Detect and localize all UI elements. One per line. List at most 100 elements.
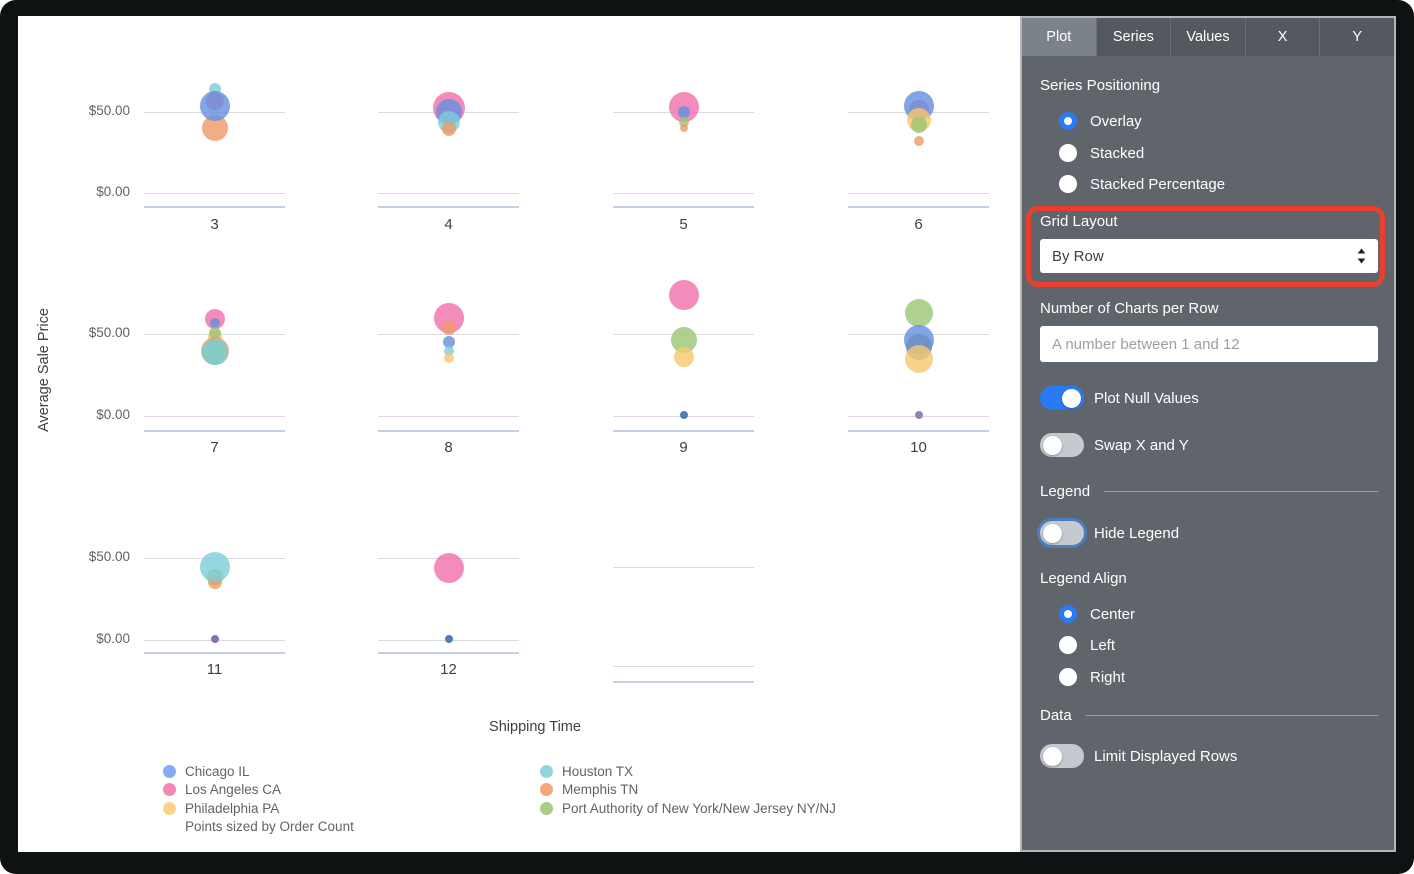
facet-gridline-0	[613, 666, 754, 667]
legend-entry[interactable]: Philadelphia PA	[163, 799, 354, 818]
radio-icon[interactable]	[1059, 144, 1077, 162]
grid-layout-label: Grid Layout	[1040, 213, 1118, 230]
radio-icon[interactable]	[1059, 636, 1077, 654]
toggle-knob	[1043, 747, 1062, 766]
hide-legend-toggle[interactable]	[1040, 521, 1084, 545]
y-tick-label: $50.00	[58, 549, 130, 564]
facet-gridline-50	[613, 567, 754, 568]
y-tick-label: $0.00	[58, 184, 130, 199]
facet-gridline-0	[378, 193, 519, 194]
bubble	[200, 91, 230, 121]
facet-gridline-0	[378, 416, 519, 417]
bubble	[444, 353, 454, 363]
legend-entry[interactable]: Memphis TN	[540, 781, 836, 800]
radio-left[interactable]: Left	[1059, 635, 1115, 655]
hide-legend-toggle-row: Hide Legend	[1040, 521, 1179, 545]
radio-left-label: Left	[1090, 637, 1115, 654]
bubble	[905, 345, 933, 373]
facet-x-axis-line	[613, 430, 754, 432]
facet-label: 11	[144, 661, 285, 678]
bubble	[442, 321, 456, 335]
legend-series-label: Philadelphia PA	[185, 801, 279, 816]
tab-x[interactable]: X	[1245, 18, 1320, 56]
facet-label: 10	[848, 439, 989, 456]
radio-center[interactable]: Center	[1059, 604, 1135, 624]
facet-gridline-0	[144, 193, 285, 194]
legend-entry[interactable]: Houston TX	[540, 762, 836, 781]
legend-align-label: Legend Align	[1040, 570, 1127, 587]
hide-legend-label: Hide Legend	[1094, 525, 1179, 542]
bubble	[914, 136, 924, 146]
facet-label: 12	[378, 661, 519, 678]
legend-section-header: Legend	[1040, 483, 1378, 500]
radio-overlay[interactable]: Overlay	[1059, 111, 1142, 131]
facet-label: 3	[144, 216, 285, 233]
legend-entry[interactable]: Port Authority of New York/New Jersey NY…	[540, 799, 836, 818]
swap-x-y-label: Swap X and Y	[1094, 437, 1189, 454]
data-section-header: Data	[1040, 707, 1378, 724]
radio-stacked-percentage[interactable]: Stacked Percentage	[1059, 174, 1225, 194]
grid-layout-select[interactable]: By Row	[1040, 239, 1378, 273]
radio-right[interactable]: Right	[1059, 667, 1125, 687]
chart-legend-column: Chicago ILLos Angeles CA Philadelphia PA P…	[163, 762, 354, 836]
data-section-label: Data	[1040, 707, 1072, 724]
bubble	[200, 552, 230, 582]
tab-plot[interactable]: Plot	[1022, 18, 1096, 56]
limit-displayed-rows-toggle[interactable]	[1040, 744, 1084, 768]
facet-x-axis-line	[144, 206, 285, 208]
facet-x-axis-line	[144, 652, 285, 654]
bubble	[445, 635, 453, 643]
plot-null-values-toggle[interactable]	[1040, 386, 1084, 410]
legend-entry[interactable]: Los Angeles CA	[163, 781, 354, 800]
radio-selected-icon[interactable]	[1059, 112, 1077, 130]
y-tick-label: $50.00	[58, 103, 130, 118]
legend-series-dot-icon	[540, 765, 553, 778]
facet-x-axis-line	[378, 430, 519, 432]
facet-x-axis-line	[613, 206, 754, 208]
legend-series-dot-icon	[163, 802, 176, 815]
legend-entry[interactable]: Chicago IL	[163, 762, 354, 781]
facet-label: 9	[613, 439, 754, 456]
section-divider	[1104, 491, 1378, 492]
legend-series-label: Los Angeles CA	[185, 782, 281, 797]
facet-x-axis-line	[144, 430, 285, 432]
facet-x-axis-line	[378, 206, 519, 208]
settings-tabbar: Plot Series Values X Y	[1022, 18, 1394, 56]
legend-series-dot-icon	[163, 783, 176, 796]
limit-displayed-rows-label: Limit Displayed Rows	[1094, 748, 1237, 765]
tab-values[interactable]: Values	[1170, 18, 1245, 56]
radio-icon[interactable]	[1059, 668, 1077, 686]
plot-null-values-label: Plot Null Values	[1094, 390, 1199, 407]
radio-icon[interactable]	[1059, 175, 1077, 193]
facet-gridline-0	[144, 416, 285, 417]
legend-series-dot-icon	[540, 783, 553, 796]
screenshot-frame: 3456789101112$50.00$0.00$50.00$0.00$50.0…	[0, 0, 1414, 874]
tab-y[interactable]: Y	[1319, 18, 1394, 56]
swap-x-y-toggle-row: Swap X and Y	[1040, 433, 1189, 457]
facet-label: 7	[144, 439, 285, 456]
legend-series-label: Memphis TN	[562, 782, 638, 797]
radio-overlay-label: Overlay	[1090, 113, 1142, 130]
facet-x-axis-line	[848, 206, 989, 208]
tab-series[interactable]: Series	[1096, 18, 1171, 56]
y-tick-label: $0.00	[58, 407, 130, 422]
swap-x-y-toggle[interactable]	[1040, 433, 1084, 457]
radio-selected-icon[interactable]	[1059, 605, 1077, 623]
radio-stacked-percentage-label: Stacked Percentage	[1090, 176, 1225, 193]
facet-label: 6	[848, 216, 989, 233]
radio-stacked[interactable]: Stacked	[1059, 143, 1144, 163]
legend-series-label: Port Authority of New York/New Jersey NY…	[562, 801, 836, 816]
charts-per-row-input[interactable]	[1040, 326, 1378, 362]
bubble	[674, 347, 694, 367]
bubble	[669, 280, 699, 310]
radio-right-label: Right	[1090, 669, 1125, 686]
charts-per-row-label: Number of Charts per Row	[1040, 300, 1218, 317]
facet-x-axis-line	[378, 652, 519, 654]
radio-center-label: Center	[1090, 606, 1135, 623]
legend-size-note: Points sized by Order Count	[185, 818, 354, 837]
facet-gridline-0	[613, 193, 754, 194]
bubble	[911, 117, 927, 133]
bubble	[680, 411, 688, 419]
updown-arrows-icon	[1357, 248, 1366, 264]
bubble-chart-canvas: 3456789101112$50.00$0.00$50.00$0.00$50.0…	[18, 16, 1020, 852]
